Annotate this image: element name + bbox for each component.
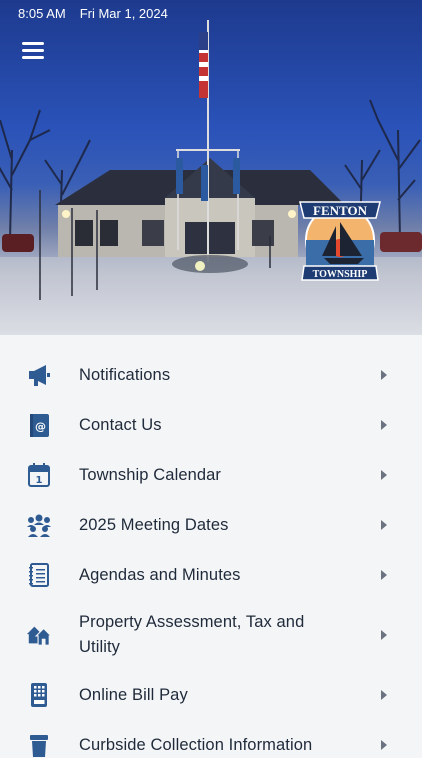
menu-item-property-assessment[interactable]: Property Assessment, Tax and Utility (0, 610, 422, 660)
status-time: 8:05 AM (18, 5, 66, 21)
fenton-township-logo: FENTON TOWNSHIP (299, 201, 381, 281)
chevron-right-icon (381, 520, 387, 530)
chevron-right-icon (381, 470, 387, 480)
chevron-right-icon (381, 370, 387, 380)
menu-item-curbside-collection[interactable]: Curbside Collection Information (0, 732, 422, 758)
chevron-right-icon (381, 740, 387, 750)
contact-book-icon: @ (26, 412, 52, 438)
menu-item-label: Online Bill Pay (79, 685, 188, 704)
menu-item-online-bill-pay[interactable]: Online Bill Pay (0, 682, 422, 708)
houses-icon (26, 622, 52, 648)
menu-item-label: Curbside Collection Information (79, 735, 313, 754)
chevron-right-icon (381, 570, 387, 580)
menu-item-notifications[interactable]: Notifications (0, 362, 422, 388)
menu-item-label: Agendas and Minutes (79, 565, 241, 584)
menu-item-agendas-and-minutes[interactable]: Agendas and Minutes (0, 562, 422, 588)
svg-text:TOWNSHIP: TOWNSHIP (313, 269, 368, 280)
chevron-right-icon (381, 690, 387, 700)
menu-item-label: Notifications (79, 365, 171, 384)
hero-banner: FENTON TOWNSHIP 8:05 AM Fri Mar 1, 2024 (0, 0, 422, 335)
svg-text:1: 1 (36, 475, 43, 486)
menu-item-label: Township Calendar (79, 465, 222, 484)
menu-item-2025-meeting-dates[interactable]: 2025 Meeting Dates (0, 512, 422, 538)
menu-item-label: 2025 Meeting Dates (79, 515, 229, 534)
trash-bin-icon (26, 732, 52, 758)
chevron-right-icon (381, 630, 387, 640)
township-hall-photo: FENTON TOWNSHIP (0, 20, 422, 335)
status-bar: 8:05 AM Fri Mar 1, 2024 (0, 0, 422, 26)
calculator-icon (26, 682, 52, 708)
chevron-right-icon (381, 420, 387, 430)
people-group-icon (26, 512, 52, 538)
calendar-icon: 1 (26, 462, 52, 488)
status-date: Fri Mar 1, 2024 (79, 5, 168, 21)
menu-item-label: Property Assessment, Tax and Utility (79, 613, 305, 656)
svg-text:FENTON: FENTON (313, 203, 368, 218)
menu-item-contact-us[interactable]: @ Contact Us (0, 412, 422, 438)
notebook-icon (26, 562, 52, 588)
menu-item-label: Contact Us (79, 415, 162, 434)
svg-text:@: @ (35, 420, 46, 433)
hamburger-menu-icon[interactable] (22, 42, 44, 60)
menu-item-township-calendar[interactable]: 1 Township Calendar (0, 462, 422, 488)
megaphone-icon (26, 362, 52, 388)
